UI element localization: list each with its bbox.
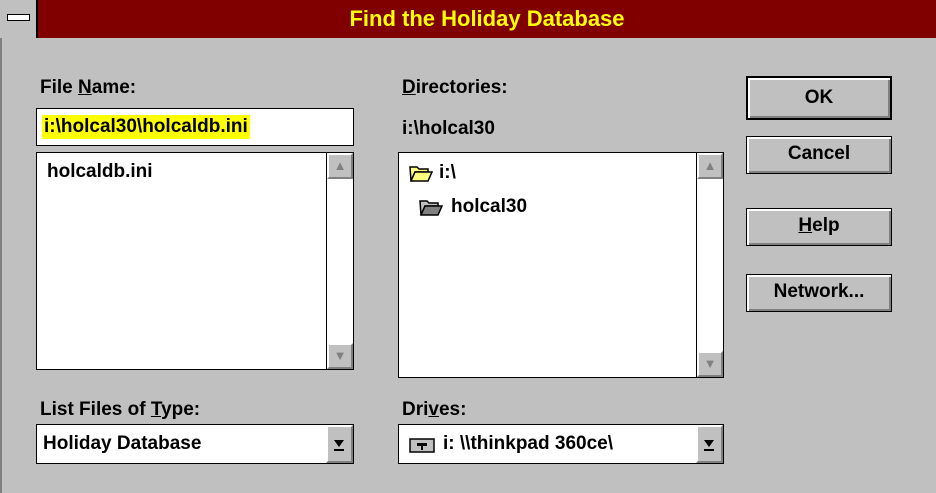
directory-list-scrollbar[interactable]: ▲ ▼ [696,153,723,377]
open-folder-icon [419,200,443,216]
file-list-scrollbar[interactable]: ▲ ▼ [326,153,353,369]
directory-item-holcal30[interactable]: holcal30 [451,195,527,219]
file-type-value: Holiday Database [43,433,202,454]
file-type-select[interactable]: Holiday Database [36,424,354,464]
dropdown-arrow-icon [334,440,344,451]
drives-label: Drives: [402,399,467,420]
directory-list[interactable]: i:\ holcal30 ▲ ▼ [398,152,724,378]
directory-item-root[interactable]: i:\ [439,161,456,185]
directories-label: Directories: [402,77,508,98]
file-name-value: i:\holcal30\holcaldb.ini [42,115,250,139]
file-list-item[interactable]: holcaldb.ini [47,160,153,184]
cancel-button[interactable]: Cancel [746,136,892,174]
window-title: Find the Holiday Database [349,6,625,31]
help-button[interactable]: Help [746,208,892,246]
scroll-down-arrow-icon[interactable]: ▼ [697,351,723,377]
file-name-label: File Name: [40,77,137,98]
ok-button[interactable]: OK [746,76,892,120]
drive-value: i: \\thinkpad 360ce\ [443,433,613,454]
system-menu-icon [7,14,30,21]
current-directory: i:\holcal30 [402,118,495,139]
scroll-up-arrow-icon[interactable]: ▲ [697,153,723,179]
drive-dropdown-button[interactable] [696,425,723,463]
scroll-down-arrow-icon[interactable]: ▼ [327,343,353,369]
file-type-dropdown-button[interactable] [326,425,353,463]
drive-select[interactable]: i: \\thinkpad 360ce\ [398,424,724,464]
dropdown-arrow-icon [704,440,714,451]
scroll-up-arrow-icon[interactable]: ▲ [327,153,353,179]
file-name-input[interactable]: i:\holcal30\holcaldb.ini [36,108,354,146]
network-drive-icon [409,438,435,453]
list-files-of-type-label: List Files of Type: [40,399,201,420]
open-folder-icon [409,166,433,182]
system-menu-button[interactable] [0,0,38,38]
network-button[interactable]: Network... [746,274,892,312]
file-list[interactable]: holcaldb.ini ▲ ▼ [36,152,354,370]
